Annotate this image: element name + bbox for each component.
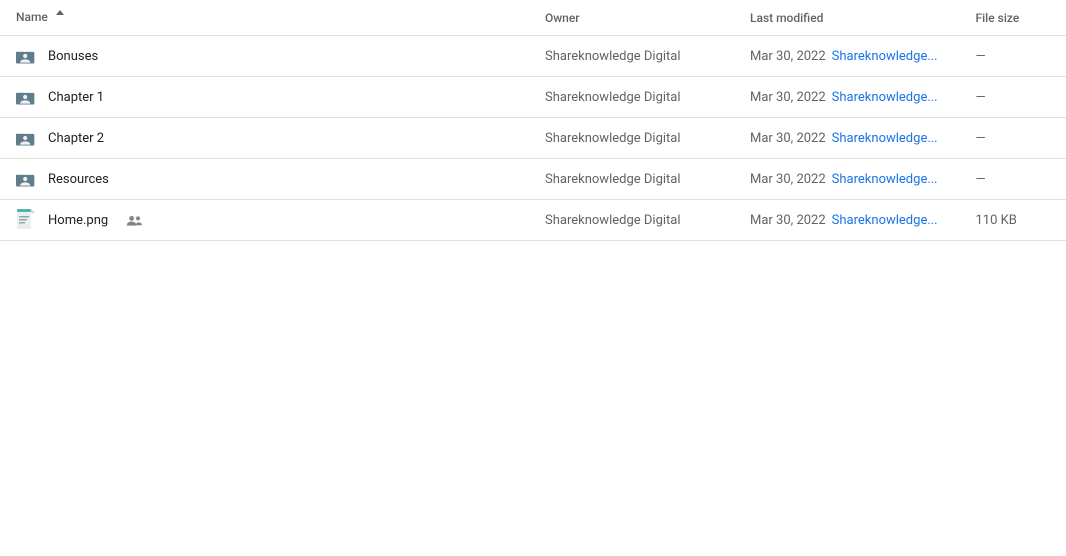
modified-editor: Shareknowledge...	[832, 213, 938, 228]
modified-date: Mar 30, 2022	[750, 172, 826, 187]
size-header-label: File size	[976, 11, 1020, 25]
modified-cell: Mar 30, 2022 Shareknowledge...	[738, 77, 964, 118]
table-row[interactable]: Chapter 1Shareknowledge DigitalMar 30, 2…	[0, 77, 1066, 118]
table-row[interactable]: Chapter 2Shareknowledge DigitalMar 30, 2…	[0, 118, 1066, 159]
modified-cell: Mar 30, 2022 Shareknowledge...	[738, 200, 964, 241]
shared-folder-icon	[16, 46, 36, 66]
name-cell-chapter2: Chapter 2	[0, 118, 533, 159]
modified-date: Mar 30, 2022	[750, 131, 826, 146]
modified-date: Mar 30, 2022	[750, 90, 826, 105]
modified-editor: Shareknowledge...	[832, 49, 938, 64]
size-cell: —	[964, 118, 1066, 159]
size-cell: —	[964, 36, 1066, 77]
size-cell: 110 KB	[964, 200, 1066, 241]
modified-editor: Shareknowledge...	[832, 172, 938, 187]
modified-editor: Shareknowledge...	[832, 90, 938, 105]
name-cell-bonuses: Bonuses	[0, 36, 533, 77]
owner-cell: Shareknowledge Digital	[533, 36, 738, 77]
owner-cell: Shareknowledge Digital	[533, 118, 738, 159]
file-table: Name Owner Last modified File size	[0, 0, 1066, 241]
file-name-label: Chapter 1	[48, 90, 104, 105]
name-cell-resources: Resources	[0, 159, 533, 200]
shared-icon	[126, 214, 142, 226]
name-cell-chapter1: Chapter 1	[0, 77, 533, 118]
modified-cell: Mar 30, 2022 Shareknowledge...	[738, 159, 964, 200]
modified-date: Mar 30, 2022	[750, 213, 826, 228]
name-header-label: Name	[16, 10, 48, 24]
table-row[interactable]: ResourcesShareknowledge DigitalMar 30, 2…	[0, 159, 1066, 200]
sort-icon	[55, 10, 65, 25]
modified-header: Last modified	[738, 0, 964, 36]
shared-folder-icon	[16, 169, 36, 189]
size-cell: —	[964, 159, 1066, 200]
shared-folder-icon	[16, 87, 36, 107]
owner-cell: Shareknowledge Digital	[533, 159, 738, 200]
table-row[interactable]: Home.png Shareknowledge DigitalMar 30, 2…	[0, 200, 1066, 241]
file-name-label: Resources	[48, 172, 109, 187]
file-name-label: Bonuses	[48, 49, 98, 64]
modified-cell: Mar 30, 2022 Shareknowledge...	[738, 36, 964, 77]
file-name-label: Home.png	[48, 213, 108, 228]
owner-cell: Shareknowledge Digital	[533, 200, 738, 241]
modified-date: Mar 30, 2022	[750, 49, 826, 64]
table-row[interactable]: BonusesShareknowledge DigitalMar 30, 202…	[0, 36, 1066, 77]
shared-folder-icon	[16, 128, 36, 148]
image-file-icon	[16, 210, 36, 230]
file-name-label: Chapter 2	[48, 131, 104, 146]
owner-cell: Shareknowledge Digital	[533, 77, 738, 118]
name-header[interactable]: Name	[0, 0, 533, 36]
modified-cell: Mar 30, 2022 Shareknowledge...	[738, 118, 964, 159]
modified-header-label: Last modified	[750, 11, 823, 25]
size-header: File size	[964, 0, 1066, 36]
modified-editor: Shareknowledge...	[832, 131, 938, 146]
owner-header-label: Owner	[545, 11, 580, 25]
name-cell-home-png: Home.png	[0, 200, 533, 241]
owner-header: Owner	[533, 0, 738, 36]
size-cell: —	[964, 77, 1066, 118]
